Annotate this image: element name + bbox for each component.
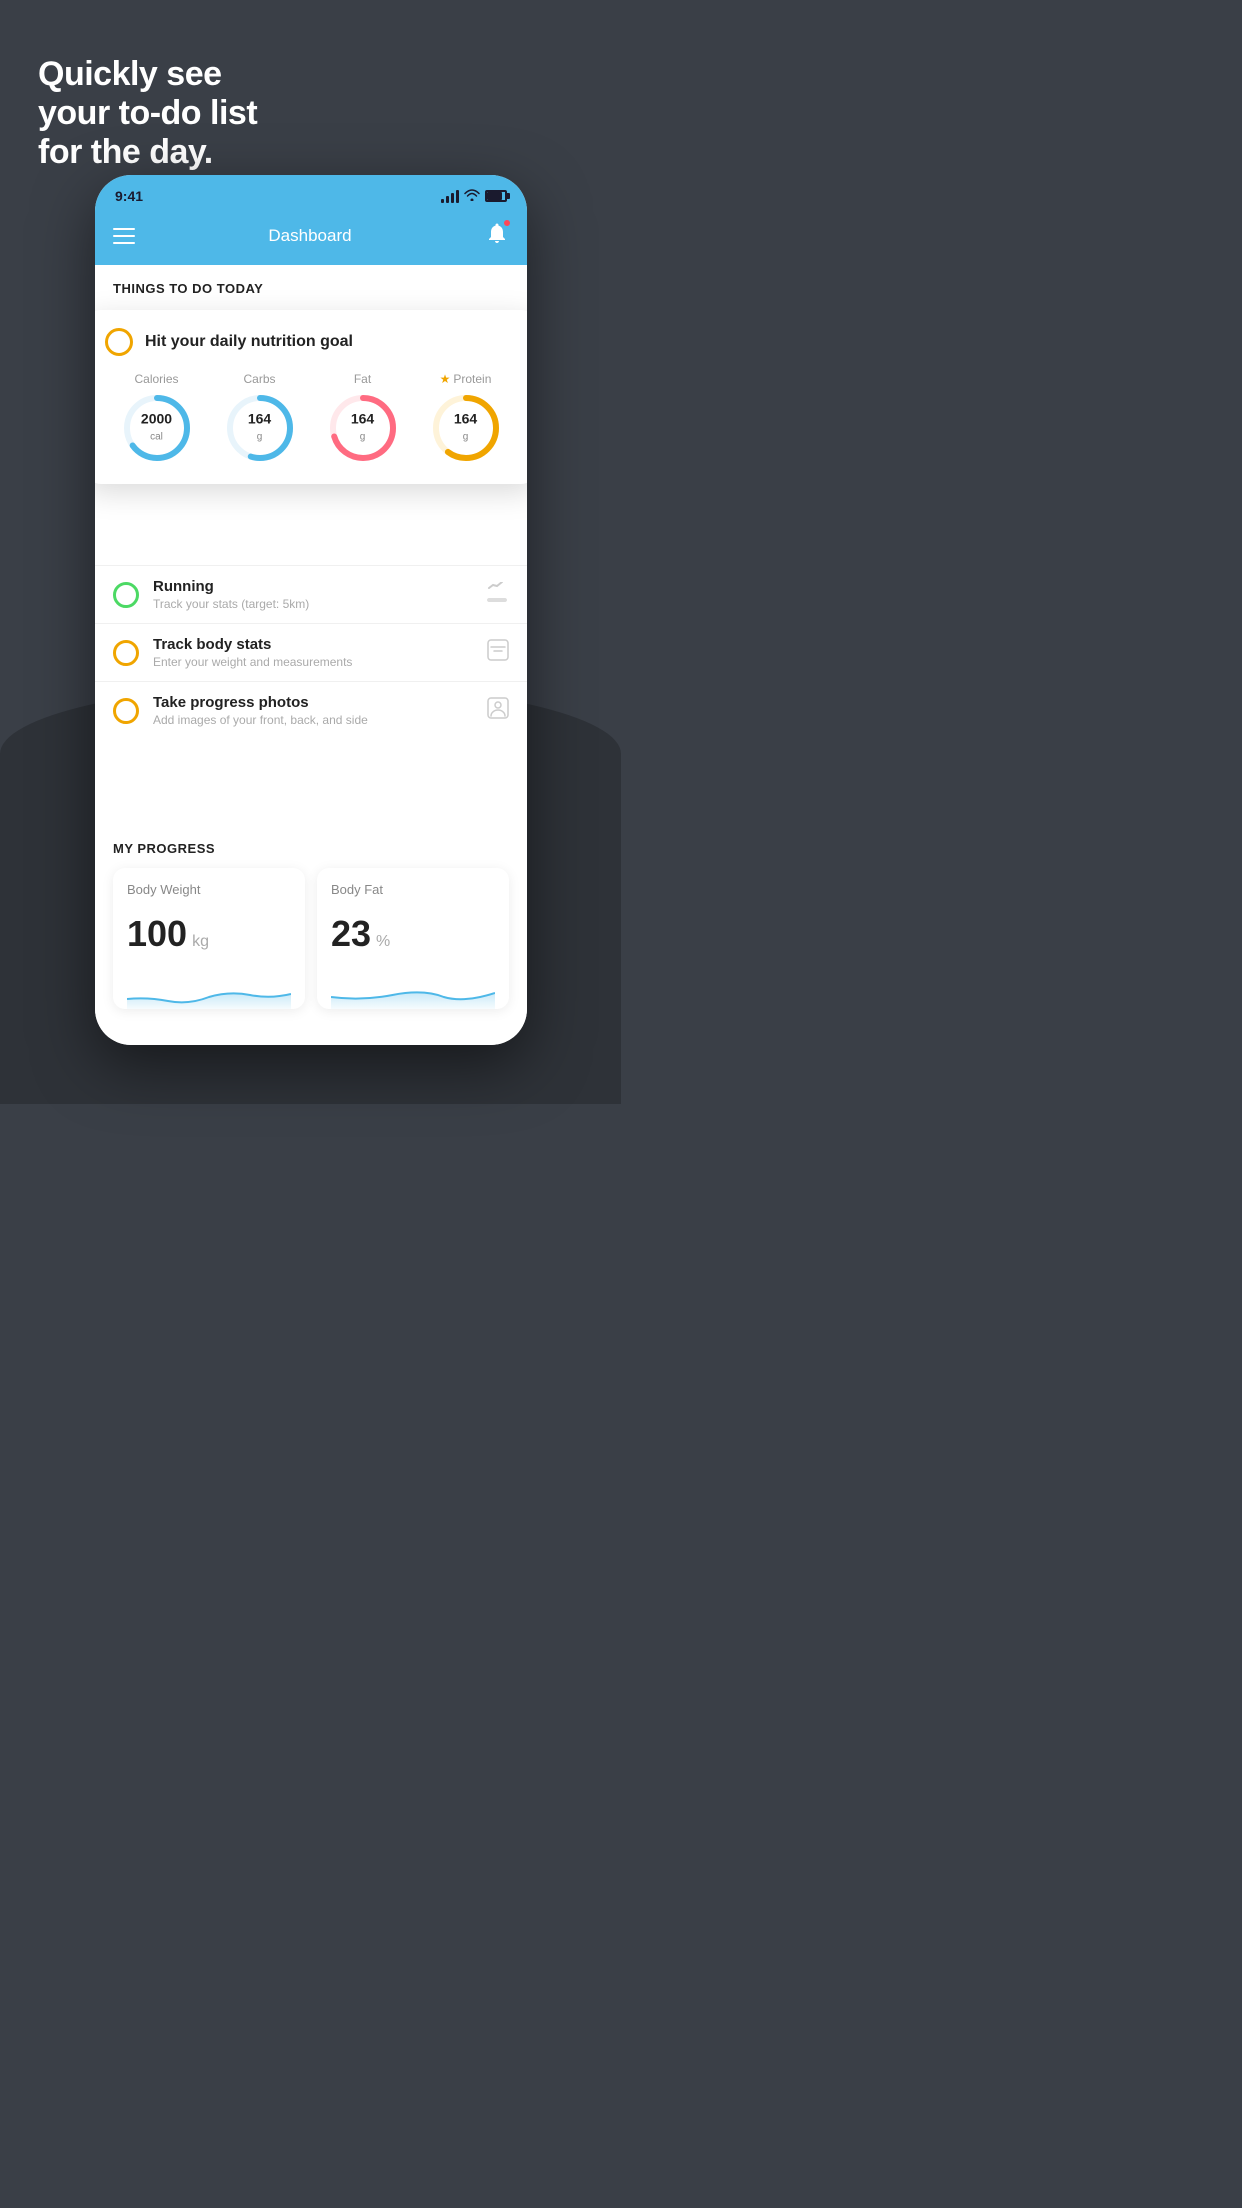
body-weight-card[interactable]: Body Weight 100 kg bbox=[113, 868, 305, 1009]
wifi-icon bbox=[464, 189, 480, 204]
body-stats-check bbox=[113, 640, 139, 666]
carbs-label: Carbs bbox=[243, 372, 275, 386]
nutrition-calories: Calories 2000 cal bbox=[121, 372, 193, 464]
nutrition-protein: ★ Protein 164 g bbox=[430, 372, 502, 464]
carbs-ring: 164 g bbox=[224, 392, 296, 464]
calories-label: Calories bbox=[134, 372, 178, 386]
nutrition-fat: Fat 164 g bbox=[327, 372, 399, 464]
todo-progress-photos[interactable]: Take progress photos Add images of your … bbox=[95, 681, 527, 739]
menu-icon[interactable] bbox=[113, 228, 135, 244]
todo-list: Running Track your stats (target: 5km) T… bbox=[95, 565, 527, 739]
body-stats-subtitle: Enter your weight and measurements bbox=[153, 655, 473, 669]
body-fat-card[interactable]: Body Fat 23 % bbox=[317, 868, 509, 1009]
photos-check bbox=[113, 698, 139, 724]
running-title: Running bbox=[153, 578, 471, 595]
progress-cards: Body Weight 100 kg bbox=[113, 868, 509, 1009]
carbs-value: 164 bbox=[248, 412, 271, 427]
status-icons bbox=[441, 189, 507, 204]
scale-icon bbox=[487, 639, 509, 666]
protein-ring: 164 g bbox=[430, 392, 502, 464]
fat-ring: 164 g bbox=[327, 392, 399, 464]
nutrition-carbs: Carbs 164 g bbox=[224, 372, 296, 464]
phone-frame: 9:41 Dashboard bbox=[95, 175, 527, 1045]
todo-running[interactable]: Running Track your stats (target: 5km) bbox=[95, 565, 527, 623]
status-bar: 9:41 bbox=[95, 175, 527, 213]
body-fat-unit: % bbox=[376, 933, 390, 951]
body-stats-text: Track body stats Enter your weight and m… bbox=[153, 636, 473, 669]
photos-title: Take progress photos bbox=[153, 694, 473, 711]
headline-line1: Quickly see bbox=[38, 55, 222, 93]
body-fat-value: 23 bbox=[331, 913, 371, 955]
person-icon bbox=[487, 697, 509, 724]
header-title: Dashboard bbox=[268, 226, 351, 246]
progress-header: MY PROGRESS bbox=[113, 841, 509, 856]
battery-icon bbox=[485, 190, 507, 202]
bell-icon[interactable] bbox=[485, 221, 509, 251]
headline-line2: your to-do list bbox=[38, 94, 257, 132]
fat-value: 164 bbox=[351, 412, 374, 427]
body-weight-value: 100 bbox=[127, 913, 187, 955]
protein-label: ★ Protein bbox=[440, 372, 492, 386]
nutrition-check-circle[interactable] bbox=[105, 328, 133, 356]
running-subtitle: Track your stats (target: 5km) bbox=[153, 597, 471, 611]
nutrition-grid: Calories 2000 cal Carbs bbox=[105, 372, 517, 464]
body-weight-chart bbox=[127, 969, 291, 1009]
nutrition-card: Hit your daily nutrition goal Calories 2… bbox=[95, 310, 527, 484]
running-check bbox=[113, 582, 139, 608]
headline-line3: for the day. bbox=[38, 133, 213, 171]
star-icon: ★ bbox=[440, 372, 451, 386]
photos-text: Take progress photos Add images of your … bbox=[153, 694, 473, 727]
calories-value: 2000 bbox=[141, 412, 172, 427]
body-stats-title: Track body stats bbox=[153, 636, 473, 653]
today-section-header: THINGS TO DO TODAY bbox=[95, 265, 527, 306]
phone-content: THINGS TO DO TODAY Hit your daily nutrit… bbox=[95, 265, 527, 1045]
body-weight-title: Body Weight bbox=[127, 882, 291, 897]
photos-subtitle: Add images of your front, back, and side bbox=[153, 713, 473, 727]
status-time: 9:41 bbox=[115, 188, 143, 204]
body-fat-chart bbox=[331, 969, 495, 1009]
body-fat-title: Body Fat bbox=[331, 882, 495, 897]
headline: Quickly see your to-do list for the day. bbox=[38, 55, 257, 172]
todo-body-stats[interactable]: Track body stats Enter your weight and m… bbox=[95, 623, 527, 681]
app-header: Dashboard bbox=[95, 213, 527, 265]
running-text: Running Track your stats (target: 5km) bbox=[153, 578, 471, 611]
body-weight-unit: kg bbox=[192, 933, 209, 951]
calories-ring: 2000 cal bbox=[121, 392, 193, 464]
running-icon bbox=[485, 582, 509, 607]
protein-value: 164 bbox=[454, 412, 477, 427]
notification-dot bbox=[503, 219, 511, 227]
progress-section: MY PROGRESS Body Weight 100 kg bbox=[95, 825, 527, 1009]
nutrition-card-title: Hit your daily nutrition goal bbox=[145, 333, 353, 351]
fat-label: Fat bbox=[354, 372, 371, 386]
signal-icon bbox=[441, 189, 459, 203]
